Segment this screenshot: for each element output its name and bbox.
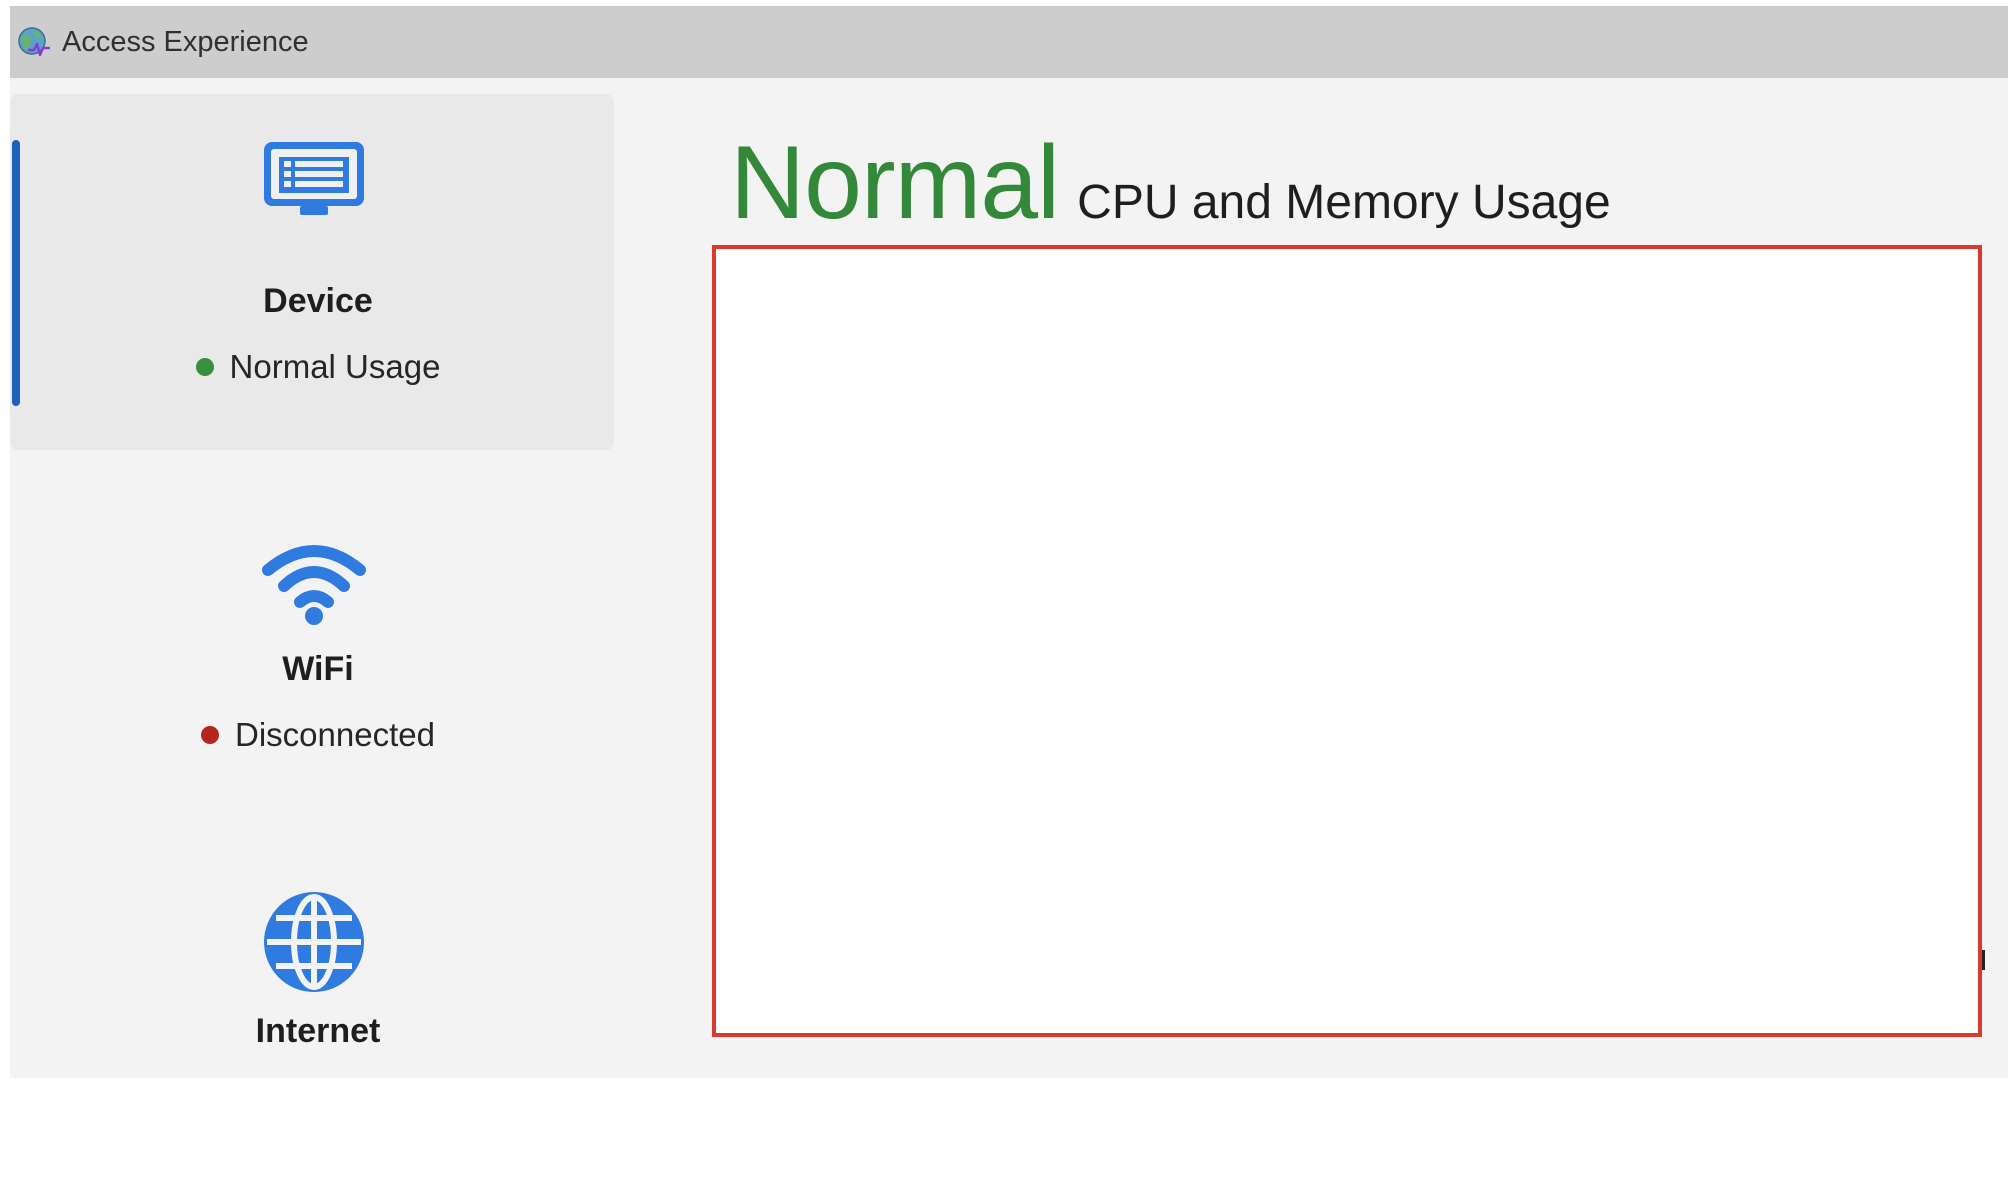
- page-subtitle: CPU and Memory Usage: [1077, 176, 1611, 229]
- chart-edge-mark: [1982, 950, 1985, 970]
- sidebar-item-label: WiFi: [282, 650, 354, 688]
- page-heading: Normal CPU and Memory Usage: [730, 124, 1611, 243]
- wifi-icon: [262, 545, 366, 625]
- status-dot-green: [195, 358, 214, 376]
- overall-status: Normal: [730, 125, 1060, 241]
- globe-heartbeat-icon: [18, 27, 50, 57]
- wifi-status: Disconnected: [10, 716, 626, 754]
- sidebar-item-label: Device: [263, 282, 373, 320]
- usage-chart-area[interactable]: [712, 245, 1982, 1037]
- window-title: Access Experience: [62, 26, 309, 58]
- app-window: Access Experience Device Normal Usage Wi…: [10, 6, 2008, 1078]
- status-dot-red: [201, 726, 220, 744]
- device-status: Normal Usage: [10, 348, 626, 386]
- sidebar-item-device[interactable]: Device Normal Usage: [10, 94, 614, 450]
- globe-icon: [264, 892, 364, 992]
- monitor-icon: [264, 142, 364, 215]
- sidebar-item-label: Internet: [255, 1012, 381, 1050]
- sidebar-item-internet[interactable]: Internet: [10, 832, 614, 1188]
- sidebar-item-wifi[interactable]: WiFi Disconnected: [10, 464, 614, 820]
- wifi-status-text: Disconnected: [235, 716, 435, 753]
- title-bar[interactable]: Access Experience: [10, 6, 2008, 78]
- device-status-text: Normal Usage: [229, 348, 441, 385]
